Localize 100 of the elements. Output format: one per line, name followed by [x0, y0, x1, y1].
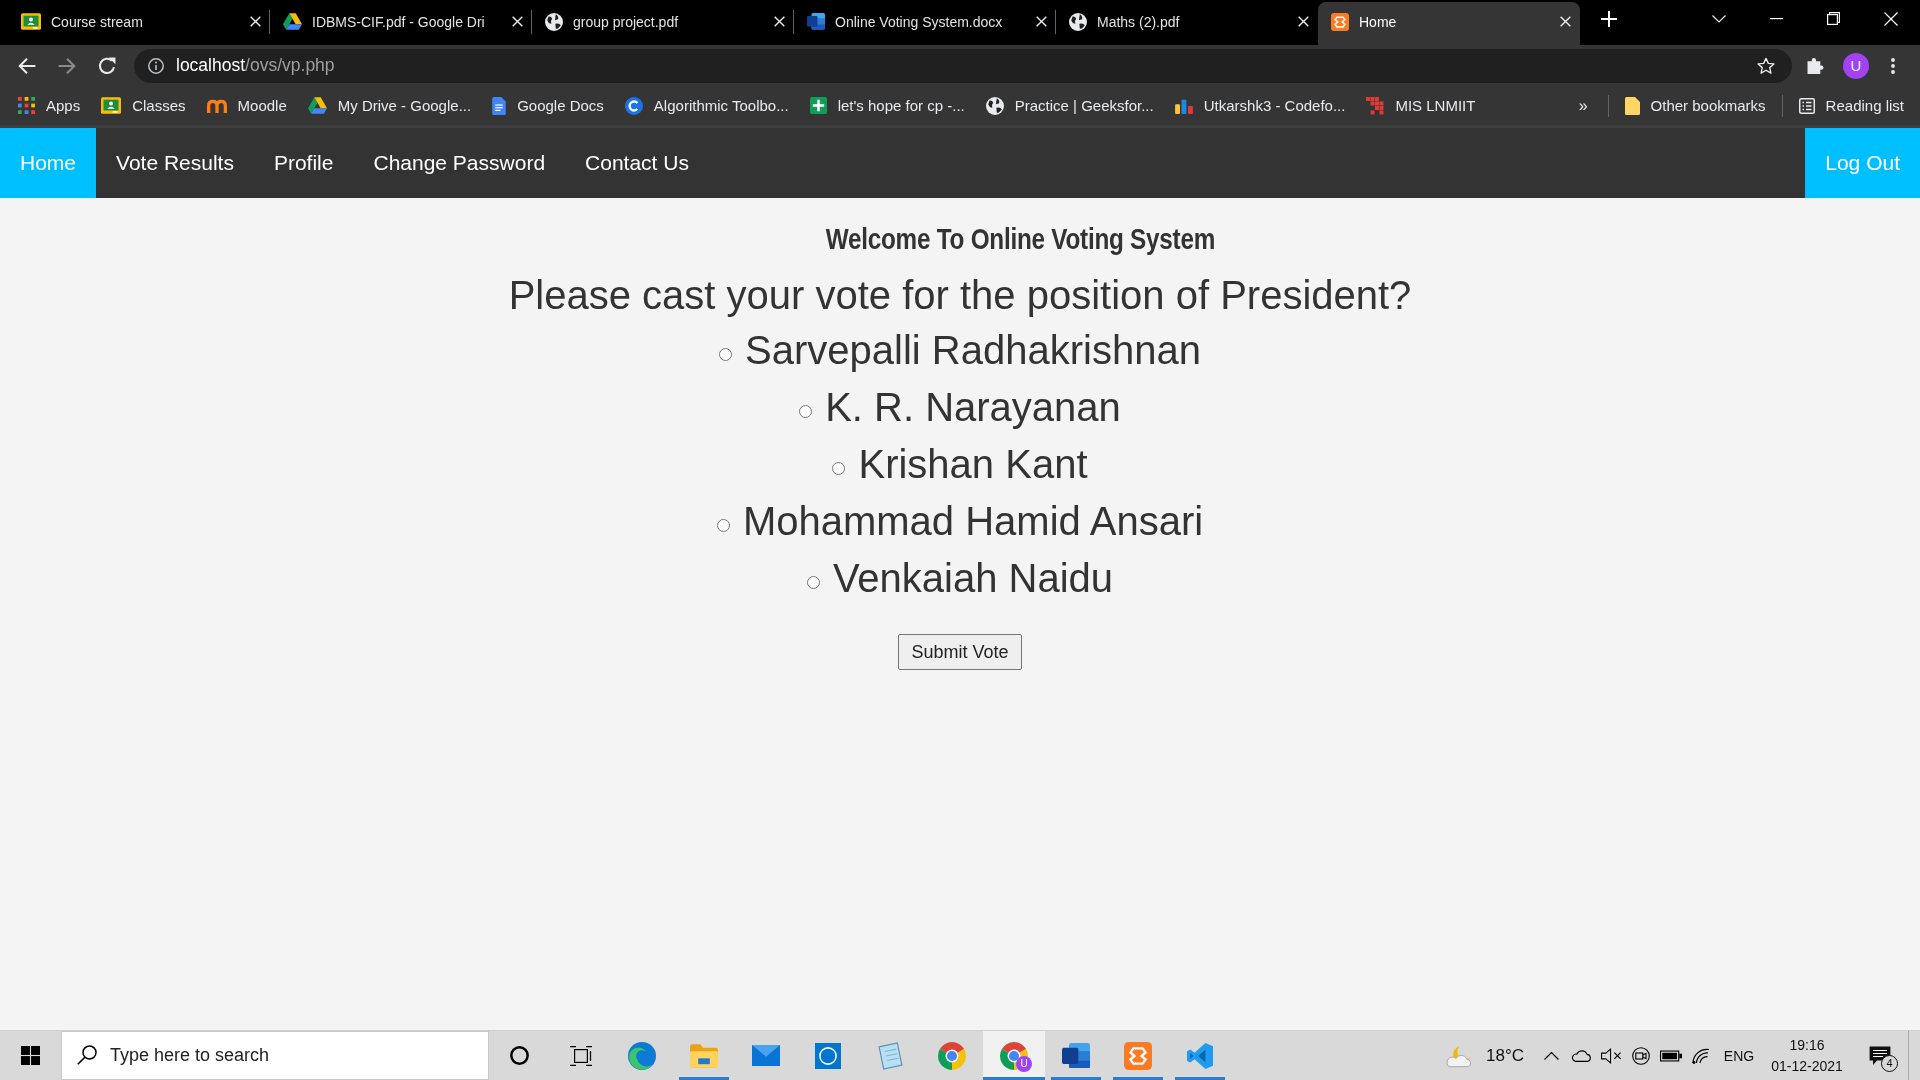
info-icon[interactable] — [148, 57, 164, 74]
address-field[interactable]: localhost/ovs/vp.php — [134, 48, 1792, 83]
more-bookmarks-button[interactable]: » — [1574, 96, 1592, 115]
battery-icon[interactable] — [1660, 1049, 1682, 1062]
wifi-icon[interactable] — [1692, 1047, 1710, 1064]
notepad-icon — [877, 1041, 903, 1070]
nav-link[interactable]: Vote Results — [96, 128, 254, 198]
candidate-name: Venkaiah Naidu — [832, 556, 1114, 600]
clock-date[interactable]: 01-12-2021 — [1771, 1058, 1843, 1074]
bookmark-item[interactable]: MIS LNMIIT — [1366, 96, 1476, 115]
bookmark-item[interactable]: Moodle — [206, 97, 287, 114]
notification-count: 4 — [1881, 1055, 1898, 1072]
restore-icon[interactable] — [1827, 12, 1841, 25]
arch-logo-icon — [206, 98, 227, 113]
close-icon[interactable] — [1560, 16, 1571, 27]
puzzle-icon[interactable] — [1806, 57, 1825, 74]
triangle-logo-icon — [283, 13, 302, 30]
muted-speaker-icon[interactable] — [1600, 1047, 1622, 1064]
cloud-icon[interactable] — [1570, 1049, 1592, 1062]
browser-tab[interactable]: IDBMS-CIF.pdf - Google Dri — [270, 2, 532, 45]
nav-link[interactable]: Profile — [253, 128, 354, 198]
candidate-name: Sarvepalli Radhakrishnan — [745, 328, 1201, 372]
clock-time[interactable]: 19:16 — [1789, 1037, 1825, 1053]
reading-list-button[interactable]: Reading list — [1798, 97, 1904, 114]
radio-button[interactable] — [799, 405, 813, 418]
minimize-icon[interactable] — [1769, 17, 1783, 20]
document-logo-icon — [807, 13, 825, 30]
question-text: Please cast your vote for the position of President? — [508, 272, 1412, 319]
bookmark-item[interactable]: Google Docs — [492, 96, 604, 115]
nav-link[interactable]: Change Password — [353, 128, 566, 198]
close-icon[interactable] — [1036, 16, 1047, 27]
close-icon[interactable] — [512, 16, 523, 27]
video-camera-icon[interactable] — [1632, 1046, 1650, 1065]
folder-icon — [1624, 96, 1640, 115]
folder-icon — [690, 1043, 718, 1068]
bookmark-item[interactable]: Algorithmic Toolbo... — [624, 96, 789, 115]
star-icon[interactable] — [1757, 56, 1775, 75]
bookmark-item[interactable]: Apps — [18, 97, 81, 114]
close-icon[interactable] — [250, 16, 261, 27]
weather-button[interactable]: 18°C — [1440, 1031, 1536, 1080]
knot-logo-icon — [1124, 1041, 1152, 1070]
board-icon — [101, 97, 122, 114]
profile-badge: U — [1016, 1056, 1032, 1072]
close-window-icon[interactable] — [1884, 11, 1899, 26]
triangle-logo-icon — [307, 97, 327, 114]
chevron-down-icon[interactable] — [1711, 14, 1726, 23]
bookmark-item[interactable]: Utkarshk3 - Codefo... — [1174, 97, 1346, 114]
badge-logo-icon — [815, 1042, 841, 1069]
bookmark-item[interactable]: Classes — [101, 97, 186, 114]
taskbar-app-button[interactable]: U — [983, 1031, 1045, 1080]
swirl-logo-icon — [628, 1041, 656, 1070]
profile-avatar[interactable]: U — [1843, 52, 1869, 79]
candidate-name: K. R. Narayanan — [825, 385, 1121, 429]
nav-link[interactable]: Contact Us — [565, 128, 709, 198]
back-arrow-icon[interactable] — [18, 56, 36, 75]
task-view-icon[interactable] — [569, 1045, 592, 1066]
search-field[interactable]: Type here to search — [61, 1031, 489, 1080]
forward-arrow-icon[interactable] — [58, 56, 76, 75]
browser-tab[interactable]: Course stream — [8, 2, 270, 45]
radio-button[interactable] — [806, 576, 820, 589]
browser-tab[interactable]: Maths (2).pdf — [1056, 2, 1318, 45]
browser-logo-icon — [938, 1041, 966, 1070]
knot-logo-icon — [1331, 12, 1349, 31]
browser-tab[interactable]: group project.pdf — [532, 2, 794, 45]
bookmark-item[interactable]: Practice | Geeksfor... — [985, 96, 1154, 115]
page-heading: Welcome To Online Voting System — [825, 221, 1215, 257]
close-icon[interactable] — [774, 16, 785, 27]
candidate-name: Mohammad Hamid Ansari — [742, 499, 1204, 543]
bar-chart-icon — [1174, 97, 1193, 114]
radio-button[interactable] — [716, 519, 730, 532]
ring-icon[interactable] — [510, 1046, 529, 1065]
candidate-name: Krishan Kant — [858, 442, 1088, 486]
search-icon — [77, 1045, 97, 1065]
url-text: localhost/ovs/vp.php — [176, 55, 336, 76]
chevron-up-icon[interactable] — [1543, 1051, 1559, 1060]
ribbon-logo-icon — [1187, 1042, 1213, 1069]
language-indicator[interactable]: ENG — [1716, 1047, 1762, 1064]
radio-button[interactable] — [832, 462, 846, 475]
grid-icon — [18, 97, 35, 114]
submit-vote-button[interactable]: Submit Vote — [898, 634, 1022, 670]
reading-list-icon — [1798, 97, 1815, 114]
plus-square-icon — [809, 97, 827, 114]
circle-logo-icon — [624, 96, 643, 115]
radio-button[interactable] — [719, 348, 733, 361]
window-panes-icon[interactable] — [21, 1046, 40, 1065]
close-icon[interactable] — [1298, 16, 1309, 27]
board-icon — [21, 13, 41, 30]
globe-icon — [545, 12, 563, 31]
browser-tab[interactable]: Home — [1318, 2, 1580, 45]
pixel-logo-icon — [1366, 96, 1385, 115]
other-bookmarks-button[interactable]: Other bookmarks — [1624, 96, 1766, 115]
reload-icon[interactable] — [98, 56, 116, 75]
menu-icon[interactable] — [1891, 57, 1895, 74]
bookmark-item[interactable]: let's hope for cp -... — [809, 97, 965, 114]
bookmark-item[interactable]: My Drive - Google... — [307, 97, 472, 114]
document-icon — [492, 96, 507, 115]
globe-icon — [985, 96, 1004, 115]
browser-tab[interactable]: Online Voting System.docx — [794, 2, 1056, 45]
document-logo-icon — [1062, 1042, 1090, 1069]
plus-icon[interactable] — [1601, 10, 1617, 27]
